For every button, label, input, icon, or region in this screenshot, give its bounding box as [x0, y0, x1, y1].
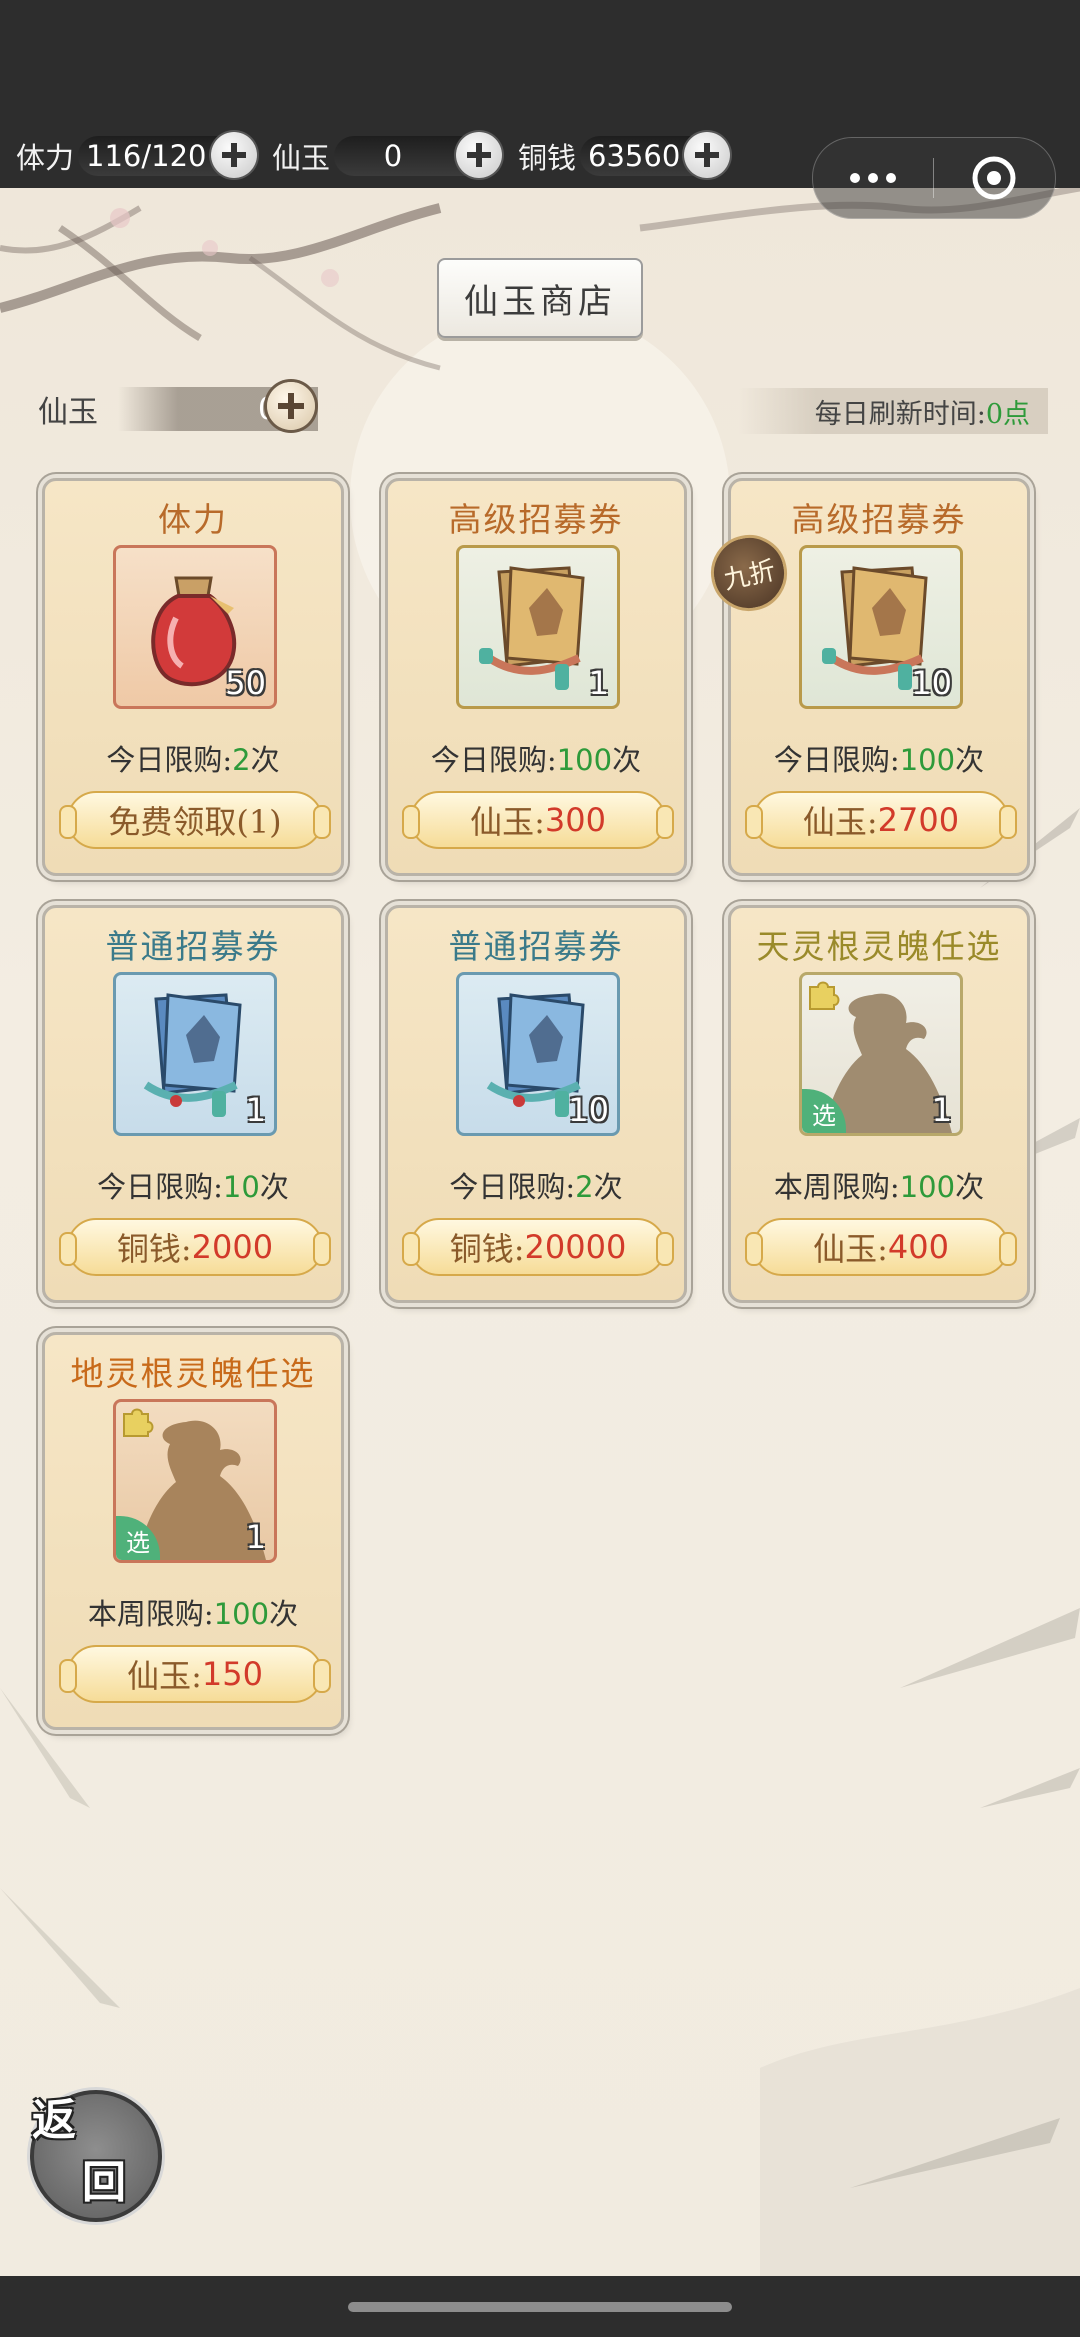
item-icon-box: 50: [113, 545, 277, 709]
item-title: 普通招募券: [448, 927, 624, 966]
shop-jade-label: 仙玉: [38, 395, 98, 430]
puzzle-piece-icon: [809, 981, 840, 1010]
buy-button[interactable]: 铜钱: 2000: [59, 1218, 331, 1276]
item-title: 体力: [158, 500, 228, 539]
dot-icon: [886, 173, 896, 183]
target-close-icon: [972, 156, 1016, 200]
shop-item-card[interactable]: 天灵根灵魄任选 选 1 本周限购:100次 仙玉: 400: [728, 905, 1030, 1303]
buy-button[interactable]: 仙玉: 150: [59, 1645, 331, 1703]
item-icon-box: 1: [456, 545, 620, 709]
plus-icon: [221, 143, 246, 167]
plus-icon: [278, 393, 304, 419]
shop-item-card[interactable]: 普通招募券 1 今日限购:10次 铜钱: 2000: [42, 905, 344, 1303]
item-icon-box: 1: [113, 972, 277, 1136]
back-char-1: 返: [32, 2095, 76, 2146]
item-icon-box: 选 1: [799, 972, 963, 1136]
item-quantity: 10: [911, 664, 952, 702]
jade-label: 仙玉: [272, 141, 331, 175]
stamina-resource: 体力 116/120: [16, 132, 257, 180]
free-claim-button[interactable]: 免费领取(1): [59, 791, 331, 849]
daily-refresh-time: 每日刷新时间: 0点: [738, 388, 1048, 434]
stamina-label: 体力: [16, 141, 75, 175]
copper-value: 63560: [580, 132, 731, 178]
purchase-limit: 本周限购:100次: [773, 1170, 985, 1204]
home-indicator[interactable]: [348, 2302, 732, 2312]
stamina-value: 116/120: [78, 132, 257, 178]
back-button[interactable]: 返 回: [30, 2090, 162, 2222]
shop-item-card[interactable]: 高级招募券 10 九折 今日限购:100次 仙玉: 2700: [703, 478, 1030, 876]
back-char-2: 回: [82, 2157, 126, 2208]
mini-program-capsule: [812, 137, 1056, 219]
jade-value: 0: [334, 132, 503, 178]
purchase-limit: 今日限购:100次: [430, 743, 642, 777]
item-title: 天灵根灵魄任选: [756, 927, 1002, 966]
more-options-button[interactable]: [813, 138, 933, 218]
shop-item-card[interactable]: 高级招募券 1 今日限购:100次 仙玉: 300: [385, 478, 687, 876]
purchase-limit: 今日限购:100次: [773, 743, 985, 777]
item-quantity: 1: [245, 1518, 266, 1556]
add-stamina-button[interactable]: [210, 132, 257, 178]
purchase-limit: 本周限购:100次: [87, 1597, 299, 1631]
item-quantity: 10: [568, 1091, 609, 1129]
buy-button[interactable]: 仙玉: 400: [745, 1218, 1017, 1276]
buy-button[interactable]: 仙玉: 2700: [745, 791, 1017, 849]
shop-item-card[interactable]: 普通招募券 10 今日限购:2次 铜钱: 20000: [385, 905, 687, 1303]
item-title: 地灵根灵魄任选: [70, 1354, 316, 1393]
item-icon-box: 选 1: [113, 1399, 277, 1563]
purchase-limit: 今日限购:2次: [106, 743, 280, 777]
jade-resource: 仙玉 0: [272, 132, 503, 180]
purchase-limit: 今日限购:10次: [97, 1170, 289, 1204]
purchase-limit: 今日限购:2次: [449, 1170, 623, 1204]
shop-title: 仙玉商店: [437, 258, 643, 338]
dot-icon: [850, 173, 860, 183]
add-jade-button[interactable]: [456, 132, 503, 178]
item-title: 高级招募券: [448, 500, 624, 539]
shop-item-card[interactable]: 体力 50 今日限购:2次 免费领取(1): [42, 478, 344, 876]
buy-button[interactable]: 铜钱: 20000: [402, 1218, 674, 1276]
item-quantity: 1: [245, 1091, 266, 1129]
shop-jade-balance: 仙玉 0: [38, 382, 318, 434]
close-mini-program-button[interactable]: [934, 138, 1054, 218]
puzzle-piece-icon: [123, 1408, 154, 1437]
copper-resource: 铜钱 63560: [518, 132, 731, 180]
item-icon-box: 10: [456, 972, 620, 1136]
copper-label: 铜钱: [518, 141, 577, 175]
item-quantity: 1: [588, 664, 609, 702]
plus-icon: [467, 143, 492, 167]
item-title: 高级招募券: [791, 500, 967, 539]
add-copper-button[interactable]: [684, 132, 731, 178]
item-title: 普通招募券: [105, 927, 281, 966]
buy-button[interactable]: 仙玉: 300: [402, 791, 674, 849]
dot-icon: [868, 173, 878, 183]
item-quantity: 50: [225, 664, 266, 702]
system-nav-bar: [0, 2276, 1080, 2337]
item-quantity: 1: [931, 1091, 952, 1129]
plus-icon: [695, 143, 720, 167]
shop-add-jade-button[interactable]: [267, 382, 315, 430]
item-icon-box: 10: [799, 545, 963, 709]
shop-item-card[interactable]: 地灵根灵魄任选 选 1 本周限购:100次 仙玉: 150: [42, 1332, 344, 1730]
